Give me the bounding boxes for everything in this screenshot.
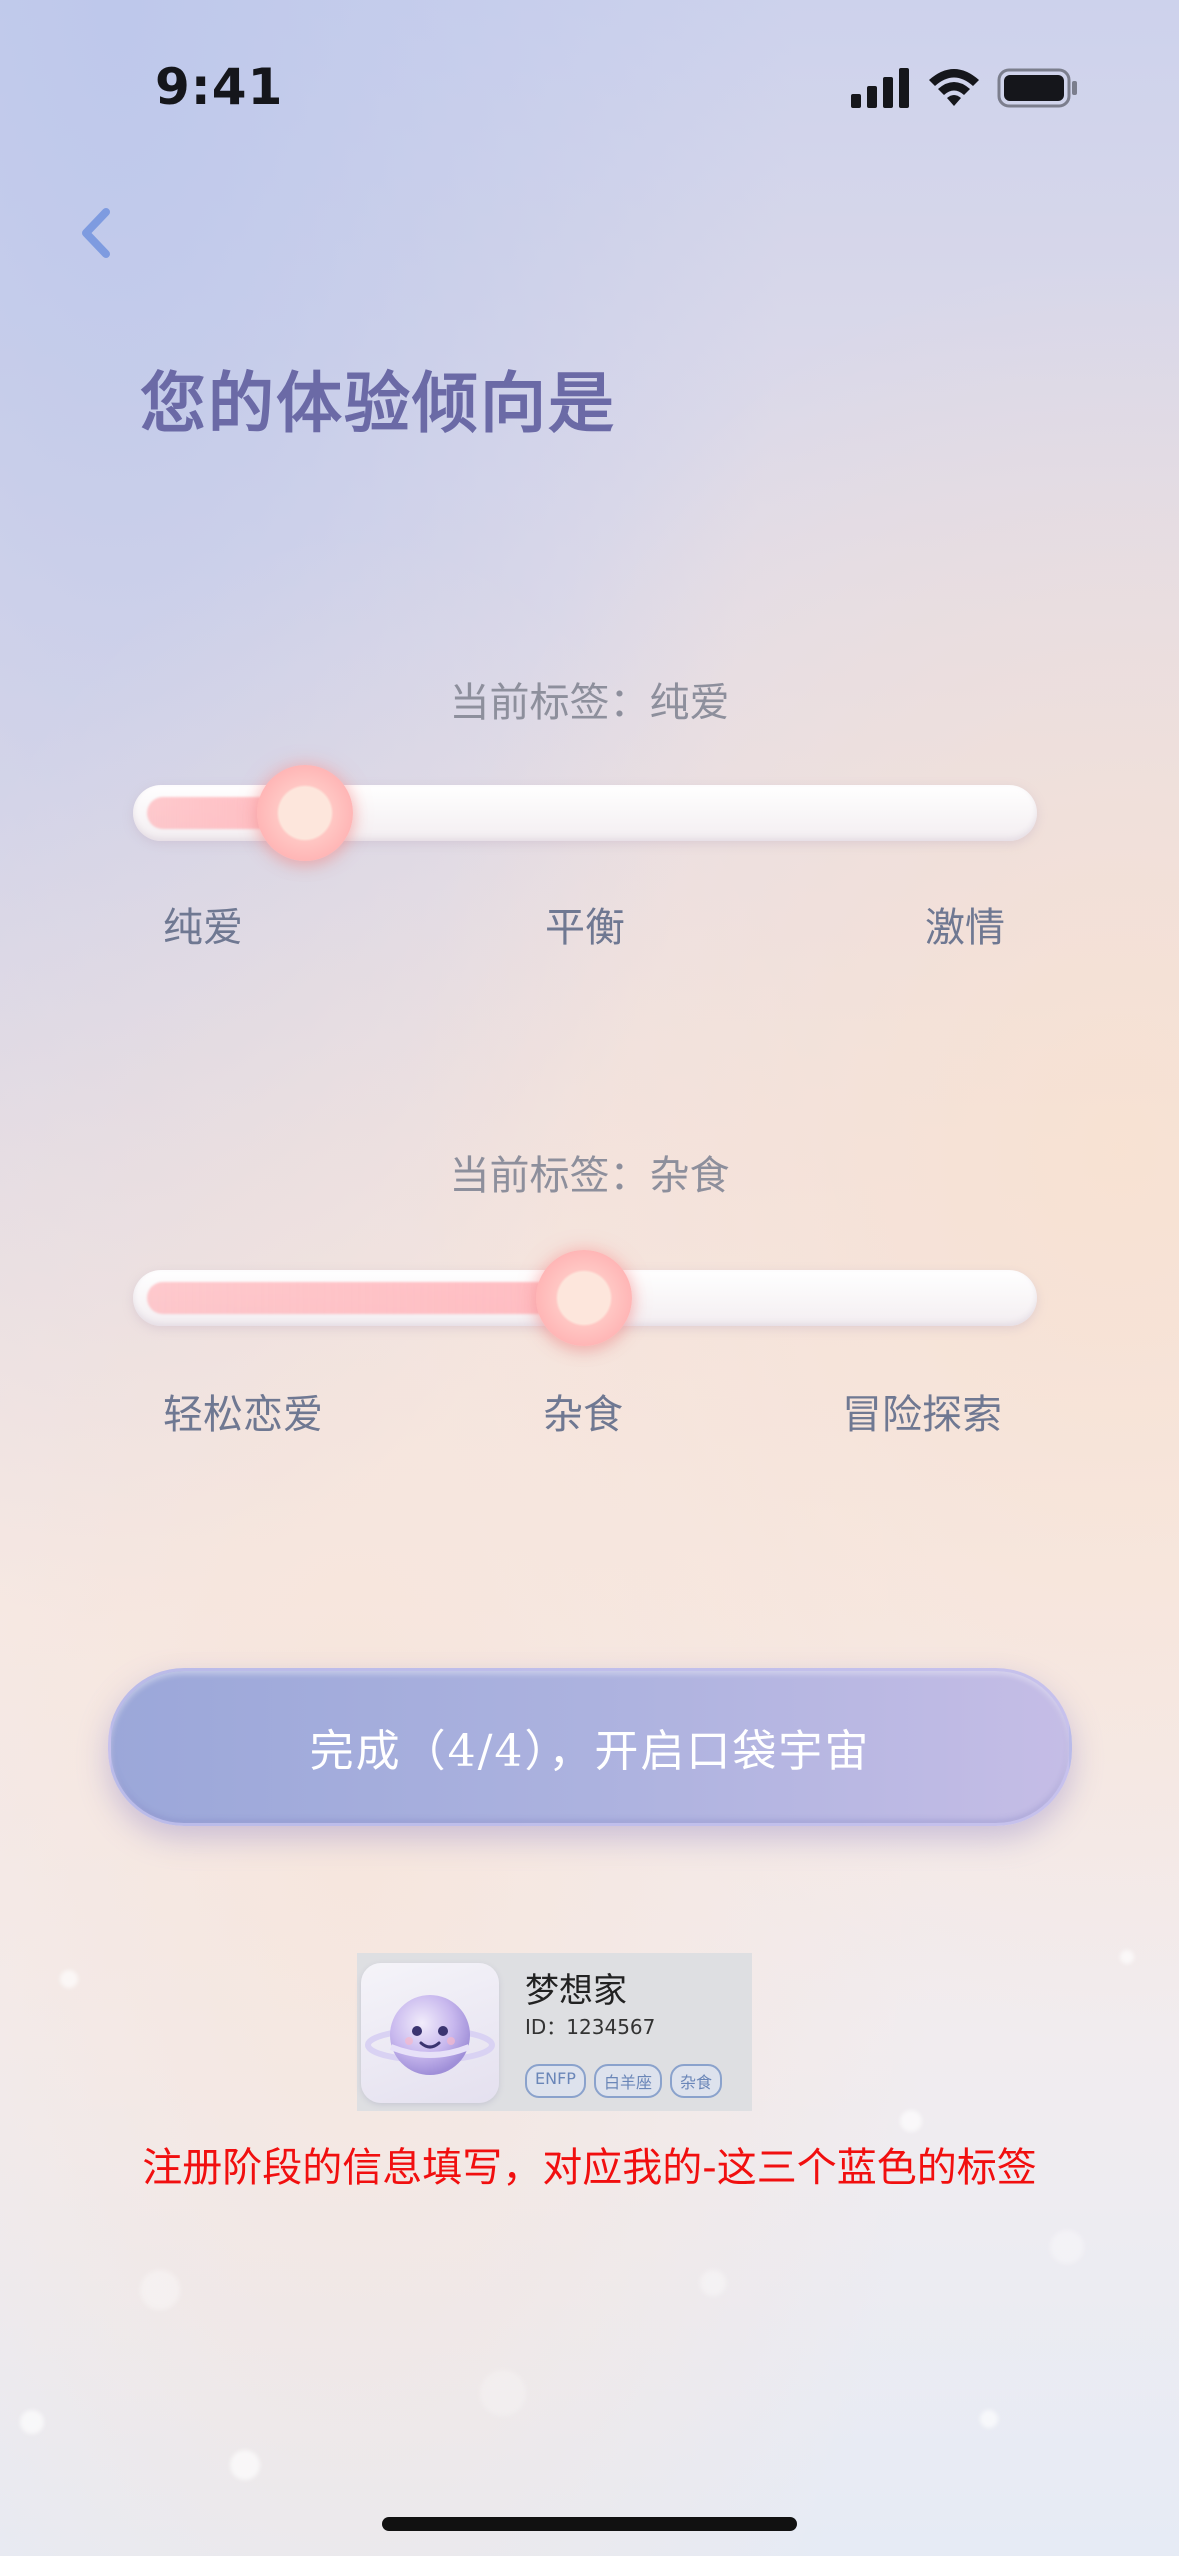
tag-mbti: ENFP xyxy=(525,2064,586,2098)
wifi-icon xyxy=(927,68,981,112)
slider-tick-left-2: 轻松恋爱 xyxy=(163,1392,323,1438)
slider-thumb-adventure[interactable] xyxy=(536,1250,632,1346)
slider-tick-right-1: 激情 xyxy=(925,905,1005,951)
slider-tick-middle-2: 杂食 xyxy=(543,1392,623,1438)
tag-preference: 杂食 xyxy=(669,2064,722,2098)
profile-id: ID：1234567 xyxy=(525,2015,656,2039)
slider-tick-right-2: 冒险探索 xyxy=(842,1392,1002,1438)
slider-tick-middle-1: 平衡 xyxy=(545,905,625,951)
current-tag-label-1: 当前标签：纯爱 xyxy=(449,680,730,726)
profile-name: 梦想家 xyxy=(525,1971,627,2011)
status-icons xyxy=(851,68,1079,112)
status-time: 9:41 xyxy=(155,58,284,116)
annotation-note: 注册阶段的信息填写，对应我的-这三个蓝色的标签 xyxy=(142,2145,1037,2191)
planet-mascot-icon xyxy=(365,1995,495,2075)
slider-fill-adventure xyxy=(147,1282,583,1314)
slider-thumb-romance[interactable] xyxy=(257,765,353,861)
home-indicator[interactable] xyxy=(382,2517,797,2531)
tag-zodiac: 白羊座 xyxy=(593,2064,662,2098)
avatar xyxy=(361,1963,499,2103)
finish-button[interactable]: 完成（4/4），开启口袋宇宙 xyxy=(108,1668,1072,1826)
page-title: 您的体验倾向是 xyxy=(140,364,616,442)
signal-icon xyxy=(851,68,911,112)
slider-tick-left-1: 纯爱 xyxy=(163,905,243,951)
back-button[interactable] xyxy=(70,200,120,270)
current-tag-label-2: 当前标签：杂食 xyxy=(449,1153,730,1199)
back-chevron-icon xyxy=(78,206,112,264)
profile-tags: ENFP 白羊座 杂食 xyxy=(525,2064,722,2098)
battery-icon xyxy=(997,68,1079,112)
profile-card-preview: 梦想家 ID：1234567 ENFP 白羊座 杂食 xyxy=(357,1953,752,2111)
